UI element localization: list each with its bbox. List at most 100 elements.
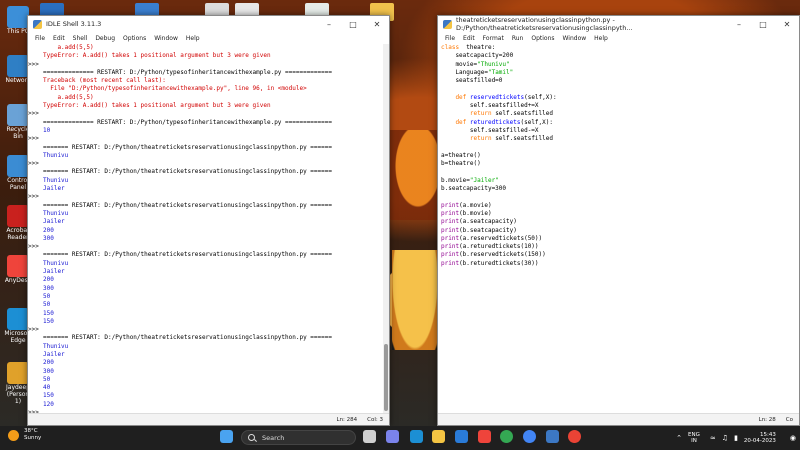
menu-edit[interactable]: Edit [53, 35, 65, 42]
code-token: (a.movie) [459, 201, 492, 209]
status-line: Ln: 284 [336, 416, 358, 423]
desktop-icon-image [7, 104, 29, 126]
idle-shell-window[interactable]: IDLE Shell 3.11.3 – □ ✕ File Edit Shell … [27, 15, 390, 426]
menu-options[interactable]: Options [531, 35, 554, 42]
desktop-icon-image [7, 255, 29, 277]
prompt-marker [28, 127, 43, 135]
shell-line: 300 [43, 234, 54, 242]
prompt-marker: >>> [28, 135, 39, 143]
code-token: (b.reservedtickets(150)) [459, 251, 546, 259]
code-token: print [441, 209, 460, 217]
prompt-marker [28, 301, 43, 309]
menu-run[interactable]: Run [512, 35, 524, 42]
prompt-marker [28, 260, 43, 268]
code-line: print(a.movie) [441, 202, 795, 210]
close-button[interactable]: ✕ [365, 16, 389, 32]
code-token: print [441, 201, 460, 209]
chevron-up-icon[interactable]: ⌃ [676, 434, 682, 442]
menu-window[interactable]: Window [154, 35, 178, 42]
prompt-marker [28, 94, 43, 102]
edge-icon[interactable] [410, 430, 423, 443]
prompt-marker [28, 144, 43, 152]
menu-window[interactable]: Window [563, 35, 587, 42]
battery-icon[interactable]: ▮ [734, 434, 738, 442]
maximize-button[interactable]: □ [341, 16, 365, 32]
taskbar-search[interactable]: Search [241, 430, 356, 445]
language-code: ENG [688, 431, 700, 438]
prompt-marker [28, 202, 43, 210]
mail-icon[interactable] [455, 430, 468, 443]
code-token: (a.reservedtickets(50)) [459, 234, 543, 242]
wifi-icon[interactable]: ≈ [710, 434, 716, 442]
shell-line: ============== RESTART: D:/Python/typeso… [43, 118, 332, 126]
shell-line: Jailer [43, 185, 65, 193]
prompt-marker [28, 276, 43, 284]
volume-icon[interactable]: ♫ [722, 434, 728, 442]
shell-titlebar[interactable]: IDLE Shell 3.11.3 – □ ✕ [28, 16, 389, 32]
shell-line: Traceback (most recent call last): [43, 77, 166, 85]
weather-temp: 38°C [24, 428, 38, 434]
menu-file[interactable]: File [445, 35, 455, 42]
prompt-marker [28, 119, 43, 127]
code-token: return [441, 135, 492, 143]
prompt-marker [28, 268, 43, 276]
maximize-button[interactable]: □ [751, 16, 775, 32]
shell-line: ======= RESTART: D:/Python/theatreticket… [43, 168, 332, 176]
editor-window[interactable]: theatreticketsreservationusingclassinpyt… [437, 15, 800, 426]
shell-line: Thunivu [43, 342, 69, 350]
scrollbar-thumb[interactable] [384, 344, 388, 411]
task-view-icon[interactable] [363, 430, 376, 443]
menu-file[interactable]: File [35, 35, 45, 42]
region-code: IN [691, 438, 697, 444]
code-line: b.movie="Jailer" [441, 177, 795, 185]
chat-icon[interactable] [386, 430, 399, 443]
notification-bell-icon[interactable]: ◉ [790, 434, 796, 442]
chrome-icon[interactable] [500, 430, 513, 443]
vertical-scrollbar[interactable] [383, 44, 389, 413]
prompt-marker [28, 52, 43, 60]
code-line: print(a.reservedtickets(50)) [441, 235, 795, 243]
chrome-3-icon[interactable] [568, 430, 581, 443]
shell-line: ======= RESTART: D:/Python/theatreticket… [43, 334, 332, 342]
editor-titlebar[interactable]: theatreticketsreservationusingclassinpyt… [438, 16, 799, 32]
menu-help[interactable]: Help [186, 35, 200, 42]
minimize-button[interactable]: – [727, 16, 751, 32]
shell-line: 50 [43, 375, 51, 383]
editor-text-area[interactable]: class theatre: seatcapacity=200 movie="T… [441, 44, 795, 413]
language-indicator[interactable]: ENG IN [688, 432, 700, 445]
shell-line: 150 [43, 317, 54, 325]
shell-title: IDLE Shell 3.11.3 [46, 20, 102, 28]
menu-edit[interactable]: Edit [463, 35, 475, 42]
prompt-marker [28, 69, 43, 77]
clock[interactable]: 15:43 20-04-2023 [744, 432, 776, 445]
menu-help[interactable]: Help [594, 35, 608, 42]
anydesk-icon[interactable] [478, 430, 491, 443]
shell-output[interactable]: a.add(5,5) TypeError: A.add() takes 1 pos… [43, 44, 383, 413]
menu-format[interactable]: Format [483, 35, 504, 42]
minimize-button[interactable]: – [317, 16, 341, 32]
code-line: class theatre: [441, 44, 795, 52]
shell-line: 40 [43, 384, 51, 392]
menu-options[interactable]: Options [123, 35, 146, 42]
menu-shell[interactable]: Shell [73, 35, 88, 42]
idle-icon[interactable] [546, 430, 559, 443]
shell-line: TypeError: A.add() takes 1 positional ar… [43, 102, 271, 110]
shell-console[interactable]: >>> >>> >>> >>> >>> >>> >>> >>> a.add(5,… [28, 44, 389, 416]
menu-debug[interactable]: Debug [95, 35, 115, 42]
start-icon[interactable] [220, 430, 233, 443]
weather-widget[interactable]: 38°C Sunny [8, 428, 41, 442]
prompt-marker [28, 177, 43, 185]
close-button[interactable]: ✕ [775, 16, 799, 32]
shell-line: ======= RESTART: D:/Python/theatreticket… [43, 143, 332, 151]
wallpaper-character-art [392, 250, 438, 350]
chrome-2-icon[interactable] [523, 430, 536, 443]
prompt-marker [28, 210, 43, 218]
code-token: print [441, 243, 460, 251]
code-token: "Thunivu" [477, 60, 510, 68]
prompt-marker [28, 368, 43, 376]
prompt-marker [28, 44, 43, 52]
file-explorer-icon[interactable] [432, 430, 445, 443]
